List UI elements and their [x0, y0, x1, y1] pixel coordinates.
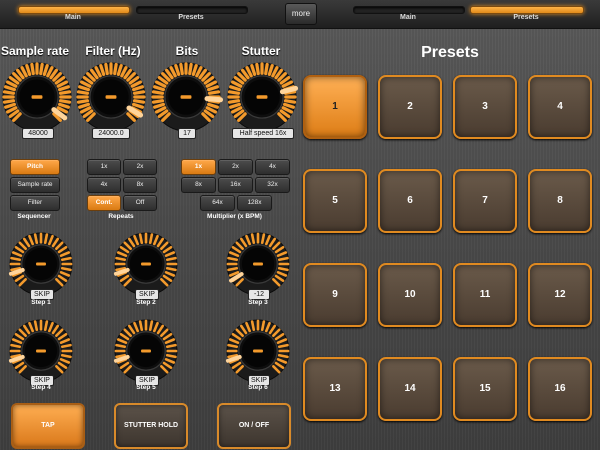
- multiplier-4x-button[interactable]: 4x: [255, 159, 290, 175]
- multiplier-32x-button[interactable]: 32x: [255, 177, 290, 193]
- top-bar: Main Presets more Main Presets: [0, 0, 600, 29]
- tab-indicator: [136, 6, 248, 14]
- tap-button[interactable]: TAP: [11, 403, 85, 449]
- preset-pad-12[interactable]: 12: [528, 263, 592, 327]
- multiplier-1x-button[interactable]: 1x: [181, 159, 216, 175]
- knob-graphic: [151, 62, 224, 132]
- tab-indicator: [353, 6, 465, 14]
- stutter-hold-button[interactable]: STUTTER HOLD: [114, 403, 188, 449]
- tab-indicator: [470, 6, 584, 14]
- preset-pad-9[interactable]: 9: [303, 263, 367, 327]
- preset-pad-7[interactable]: 7: [453, 169, 517, 233]
- preset-pad-8[interactable]: 8: [528, 169, 592, 233]
- multiplier-2x-button[interactable]: 2x: [218, 159, 253, 175]
- tab-indicator: [18, 6, 130, 14]
- preset-pad-2[interactable]: 2: [378, 75, 442, 139]
- knob-graphic: [76, 62, 146, 132]
- step-6-knob[interactable]: [225, 319, 290, 383]
- repeats-4x-button[interactable]: 4x: [87, 177, 121, 193]
- sequencer-pitch-button[interactable]: Pitch: [10, 159, 60, 175]
- multiplier-label: Multiplier (x BPM): [207, 213, 262, 220]
- bits-knob[interactable]: [151, 62, 224, 132]
- knob-title-bits: Bits: [175, 44, 199, 58]
- preset-pad-4[interactable]: 4: [528, 75, 592, 139]
- multiplier-128x-button[interactable]: 128x: [237, 195, 272, 211]
- preset-pad-10[interactable]: 10: [378, 263, 442, 327]
- preset-pad-13[interactable]: 13: [303, 357, 367, 421]
- preset-pad-1[interactable]: 1: [303, 75, 367, 139]
- step-5-knob[interactable]: [113, 319, 178, 383]
- step-4-knob[interactable]: [8, 319, 73, 383]
- step-3-label: Step 3: [248, 299, 268, 306]
- preset-pad-15[interactable]: 15: [453, 357, 517, 421]
- tab-label: Main: [400, 14, 416, 21]
- knob-graphic: [8, 319, 73, 383]
- sample-rate-value: 48000: [22, 128, 54, 139]
- multiplier-16x-button[interactable]: 16x: [218, 177, 253, 193]
- knob-graphic: [2, 62, 72, 132]
- knob-title-filter: Filter (Hz): [85, 44, 141, 58]
- knob-graphic: [226, 232, 290, 296]
- preset-pad-14[interactable]: 14: [378, 357, 442, 421]
- tab-presets-left[interactable]: Presets: [136, 4, 248, 24]
- presets-title: Presets: [421, 44, 479, 61]
- sequencer-label: Sequencer: [17, 213, 51, 220]
- tab-main-left[interactable]: Main: [18, 4, 130, 24]
- stutter-knob[interactable]: [226, 62, 299, 132]
- knob-graphic: [8, 232, 73, 296]
- step-3-knob[interactable]: [226, 232, 290, 296]
- multiplier-64x-button[interactable]: 64x: [200, 195, 235, 211]
- sample-rate-knob[interactable]: [2, 62, 72, 132]
- repeats-2x-button[interactable]: 2x: [123, 159, 157, 175]
- multiplier-8x-button[interactable]: 8x: [181, 177, 216, 193]
- step-6-label: Step 6: [248, 384, 268, 391]
- step-2-label: Step 2: [136, 299, 156, 306]
- repeats-8x-button[interactable]: 8x: [123, 177, 157, 193]
- repeats-label: Repeats: [108, 213, 134, 220]
- step-1-label: Step 1: [31, 299, 51, 306]
- tab-label: Presets: [513, 14, 539, 21]
- preset-pad-6[interactable]: 6: [378, 169, 442, 233]
- preset-pad-11[interactable]: 11: [453, 263, 517, 327]
- repeats-1x-button[interactable]: 1x: [87, 159, 121, 175]
- tab-main-right[interactable]: Main: [353, 4, 465, 24]
- sequencer-filter-button[interactable]: Filter: [10, 195, 60, 211]
- knob-graphic: [113, 319, 178, 383]
- more-button[interactable]: more: [285, 3, 317, 25]
- knob-graphic: [225, 319, 290, 383]
- on-off-button[interactable]: ON / OFF: [217, 403, 291, 449]
- step-2-knob[interactable]: [113, 232, 178, 296]
- bits-value: 17: [178, 128, 196, 139]
- preset-pad-16[interactable]: 16: [528, 357, 592, 421]
- step-5-label: Step 5: [136, 384, 156, 391]
- preset-pad-3[interactable]: 3: [453, 75, 517, 139]
- tab-label: Presets: [178, 14, 204, 21]
- step-4-label: Step 4: [31, 384, 51, 391]
- step-1-knob[interactable]: [8, 232, 73, 296]
- filter-value: 24000.0: [92, 128, 130, 139]
- knob-graphic: [227, 62, 299, 132]
- filter-knob[interactable]: [76, 62, 146, 132]
- repeats-cont-button[interactable]: Cont.: [87, 195, 121, 211]
- stutter-value: Half speed 16x: [232, 128, 294, 139]
- repeats-off-button[interactable]: Off: [123, 195, 157, 211]
- preset-pad-5[interactable]: 5: [303, 169, 367, 233]
- sequencer-sample-rate-button[interactable]: Sample rate: [10, 177, 60, 193]
- tab-presets-right[interactable]: Presets: [470, 4, 584, 24]
- knob-title-stutter: Stutter: [241, 44, 281, 58]
- tab-label: Main: [65, 14, 81, 21]
- knob-title-sample-rate: Sample rate: [0, 44, 70, 58]
- knob-graphic: [113, 232, 178, 296]
